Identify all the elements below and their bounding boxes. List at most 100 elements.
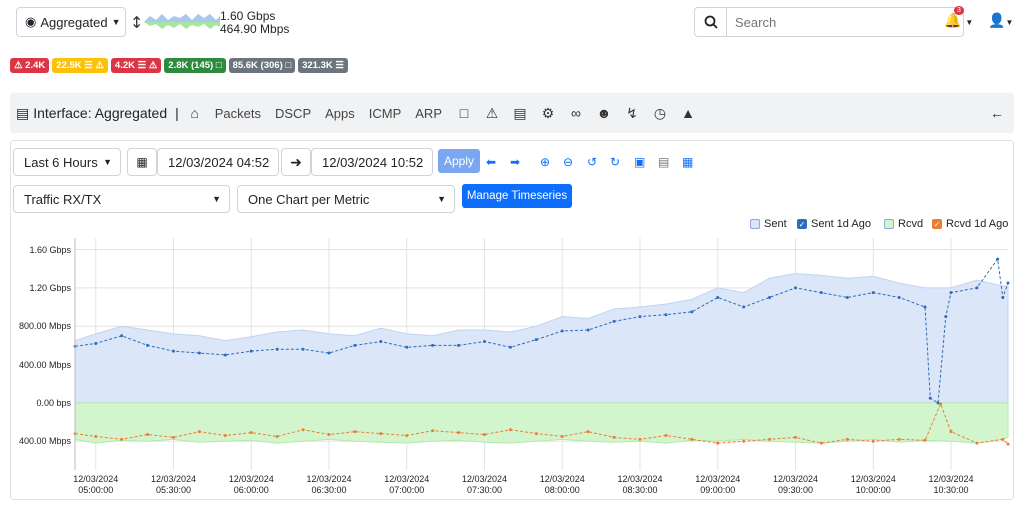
rcvd-1d-ago-point	[379, 432, 383, 436]
rcvd-1d-ago-point	[664, 433, 668, 437]
x-tick-time: 08:00:00	[544, 485, 580, 495]
x-tick-label: 12/03/2024 05:00:00	[61, 474, 131, 496]
sent-1d-ago-point	[94, 341, 98, 345]
sent-1d-ago-point	[508, 345, 512, 349]
sent-1d-ago-point	[664, 313, 668, 317]
rcvd-1d-ago-point	[482, 433, 486, 437]
sent-1d-ago-point	[716, 295, 720, 299]
traffic-chart	[73, 238, 1010, 470]
rcvd-1d-ago-point	[897, 437, 901, 441]
x-tick-label: 12/03/2024 07:30:00	[449, 474, 519, 496]
rcvd-1d-ago-point	[197, 430, 201, 434]
rcvd-1d-ago-point	[1006, 442, 1010, 446]
sent-1d-ago-point	[457, 343, 461, 347]
x-tick-label: 12/03/2024 07:00:00	[372, 474, 442, 496]
rcvd-1d-ago-point	[534, 432, 538, 436]
y-tick-label: 400.00 Mbps	[18, 359, 71, 370]
x-tick-time: 08:30:00	[622, 485, 658, 495]
rcvd-1d-ago-point	[301, 428, 305, 432]
rcvd-1d-ago-point	[793, 435, 797, 439]
x-tick-date: 12/03/2024	[461, 474, 507, 484]
rcvd-1d-ago-point	[586, 430, 590, 434]
sent-1d-ago-point	[638, 315, 642, 319]
x-tick-time: 06:30:00	[311, 485, 347, 495]
x-tick-date: 12/03/2024	[850, 474, 896, 484]
x-tick-date: 12/03/2024	[695, 474, 741, 484]
sent-1d-ago-point	[431, 343, 435, 347]
sent-1d-ago-point	[301, 347, 305, 351]
x-tick-label: 12/03/2024 10:00:00	[838, 474, 908, 496]
sent-1d-ago-point	[1006, 281, 1010, 285]
sent-1d-ago-point	[146, 343, 150, 347]
sent-1d-ago-point	[923, 305, 927, 309]
y-tick-label: 400.00 Mbps	[18, 436, 71, 447]
rcvd-1d-ago-point	[742, 439, 746, 443]
sent-1d-ago-point	[120, 334, 124, 338]
x-tick-time: 07:30:00	[466, 485, 502, 495]
sent-1d-ago-point	[612, 319, 616, 323]
sent-1d-ago-point	[871, 291, 875, 295]
rcvd-1d-ago-point	[819, 441, 823, 445]
x-tick-date: 12/03/2024	[772, 474, 818, 484]
y-tick-label: 1.60 Gbps	[29, 244, 71, 255]
sent-1d-ago-point	[936, 401, 940, 405]
x-tick-date: 12/03/2024	[150, 474, 196, 484]
series-rcvd-area	[74, 402, 1009, 444]
x-tick-time: 05:00:00	[78, 485, 114, 495]
sent-1d-ago-point	[353, 343, 357, 347]
sent-1d-ago-point	[793, 286, 797, 290]
rcvd-1d-ago-point	[716, 441, 720, 445]
rcvd-1d-ago-point	[457, 431, 461, 435]
x-tick-label: 12/03/2024 09:00:00	[683, 474, 753, 496]
x-tick-label: 12/03/2024 10:30:00	[916, 474, 986, 496]
sent-1d-ago-point	[275, 347, 279, 351]
sent-1d-ago-point	[197, 351, 201, 355]
sent-1d-ago-point	[1001, 295, 1005, 299]
sent-1d-ago-point	[819, 291, 823, 295]
x-tick-time: 05:30:00	[155, 485, 191, 495]
y-tick-label: 0.00 bps	[36, 397, 71, 408]
rcvd-1d-ago-point	[94, 434, 98, 438]
x-tick-time: 06:00:00	[233, 485, 269, 495]
rcvd-1d-ago-point	[508, 428, 512, 432]
x-tick-time: 10:30:00	[933, 485, 969, 495]
x-tick-date: 12/03/2024	[384, 474, 430, 484]
x-tick-date: 12/03/2024	[617, 474, 663, 484]
rcvd-1d-ago-point	[327, 433, 331, 437]
rcvd-1d-ago-point	[120, 437, 124, 441]
x-tick-date: 12/03/2024	[73, 474, 119, 484]
x-tick-label: 12/03/2024 09:30:00	[760, 474, 830, 496]
sent-1d-ago-point	[249, 349, 253, 353]
x-tick-date: 12/03/2024	[539, 474, 585, 484]
rcvd-1d-ago-point	[871, 439, 875, 443]
rcvd-1d-ago-point	[560, 434, 564, 438]
sent-1d-ago-point	[379, 340, 383, 344]
sent-1d-ago-point	[996, 257, 1000, 261]
rcvd-1d-ago-point	[975, 441, 979, 445]
rcvd-1d-ago-point	[223, 433, 227, 437]
sent-1d-ago-point	[690, 310, 694, 314]
sent-1d-ago-point	[223, 353, 227, 357]
sent-1d-ago-point	[327, 351, 331, 355]
x-tick-time: 07:00:00	[389, 485, 425, 495]
sent-1d-ago-point	[897, 295, 901, 299]
rcvd-1d-ago-point	[171, 435, 175, 439]
rcvd-1d-ago-point	[431, 429, 435, 433]
x-tick-time: 09:30:00	[777, 485, 813, 495]
rcvd-1d-ago-point	[949, 430, 953, 434]
x-tick-date: 12/03/2024	[306, 474, 352, 484]
x-tick-label: 12/03/2024 06:30:00	[294, 474, 364, 496]
x-tick-label: 12/03/2024 08:00:00	[527, 474, 597, 496]
sent-1d-ago-point	[482, 340, 486, 344]
x-tick-label: 12/03/2024 06:00:00	[216, 474, 286, 496]
x-tick-time: 09:00:00	[700, 485, 736, 495]
sent-1d-ago-point	[405, 345, 409, 349]
rcvd-1d-ago-point	[1001, 437, 1005, 441]
sent-1d-ago-point	[171, 349, 175, 353]
rcvd-1d-ago-point	[275, 434, 279, 438]
rcvd-1d-ago-point	[690, 437, 694, 441]
rcvd-1d-ago-point	[612, 435, 616, 439]
sent-1d-ago-point	[768, 295, 772, 299]
y-tick-label: 800.00 Mbps	[18, 321, 71, 332]
sent-1d-ago-point	[928, 396, 932, 400]
